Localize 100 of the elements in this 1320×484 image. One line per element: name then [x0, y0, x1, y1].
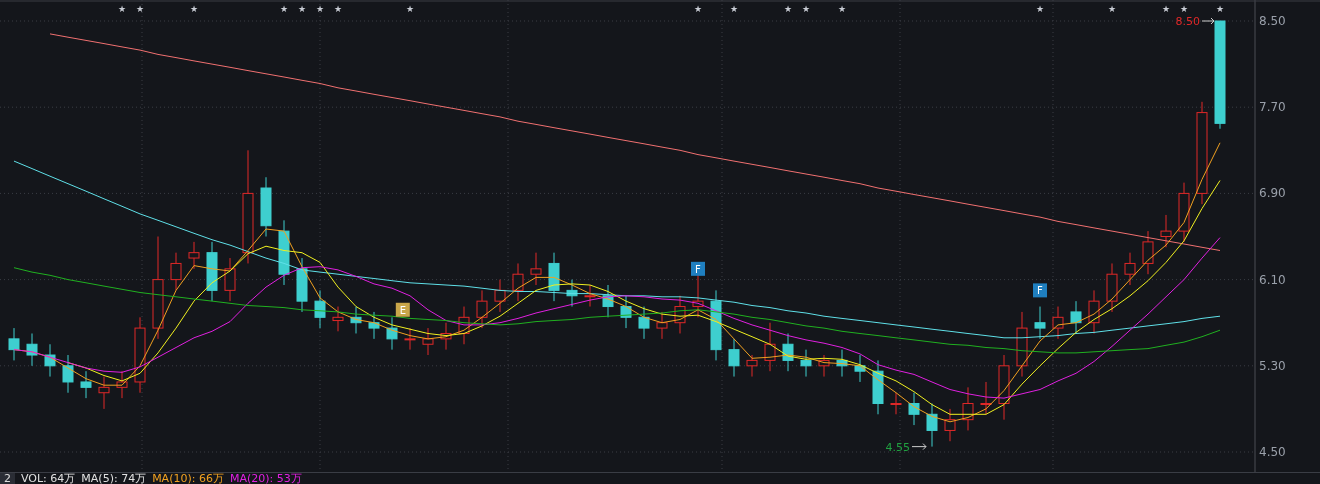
- star-marker: ★: [333, 4, 343, 14]
- candlestick: [206, 241, 218, 302]
- indicator-tab[interactable]: 2: [0, 473, 15, 484]
- star-marker: ★: [1107, 4, 1117, 14]
- star-marker: ★: [315, 4, 325, 14]
- price-axis-label: 5.30: [1259, 358, 1286, 373]
- arrow-icon: [911, 443, 927, 451]
- candlestick: [1178, 182, 1190, 243]
- candlestick: [1088, 289, 1100, 334]
- candlestick: [530, 252, 542, 286]
- star-marker: ★: [1161, 4, 1171, 14]
- candlestick: [926, 403, 938, 448]
- candlestick: [782, 333, 794, 372]
- candlestick: [602, 284, 614, 318]
- candlestick: [98, 376, 110, 410]
- candlestick: [692, 273, 704, 318]
- legend-item: MA(10): 66万: [152, 473, 224, 484]
- event-label: F: [1037, 285, 1043, 297]
- candlestick: [260, 176, 272, 237]
- candlestick: [998, 354, 1010, 421]
- candlestick: [404, 327, 416, 351]
- star-marker: ★: [279, 4, 289, 14]
- price-axis-label: 6.90: [1259, 186, 1286, 201]
- candlestick: [62, 354, 74, 394]
- star-marker: ★: [1179, 4, 1189, 14]
- candlestick: [512, 262, 524, 302]
- candlestick: [422, 327, 434, 356]
- candlestick: [944, 408, 956, 442]
- candlestick: [1106, 262, 1118, 313]
- event-badge[interactable]: [1033, 283, 1047, 298]
- legend-item: VOL: 64万: [21, 473, 76, 484]
- candlestick: [332, 306, 344, 332]
- candlestick: [368, 311, 380, 340]
- star-marker: ★: [693, 4, 703, 14]
- star-marker: ★: [297, 4, 307, 14]
- candlestick: [1034, 306, 1046, 340]
- candlestick: [980, 381, 992, 415]
- candlestick: [872, 359, 884, 415]
- candlestick: [1070, 300, 1082, 334]
- candlestick: [1142, 230, 1154, 275]
- candlestick: [566, 279, 578, 308]
- candlestick: [620, 295, 632, 329]
- price-axis-label: 6.10: [1259, 272, 1286, 287]
- candlestick: [386, 316, 398, 351]
- star-marker: ★: [801, 4, 811, 14]
- star-marker: ★: [117, 4, 127, 14]
- legend-item: MA(5): 74万: [81, 473, 147, 484]
- star-marker: ★: [729, 4, 739, 14]
- price-axis-label: 8.50: [1259, 14, 1286, 28]
- event-label: E: [399, 304, 406, 316]
- candlestick: [908, 392, 920, 426]
- arrow-icon: [1201, 17, 1215, 25]
- candlestick: [818, 354, 830, 378]
- candlestick: [548, 252, 560, 302]
- candlestick: [350, 306, 362, 334]
- candlestick: [188, 241, 200, 270]
- candlestick: [1124, 252, 1136, 286]
- event-label: F: [695, 263, 701, 275]
- star-marker: ★: [135, 4, 145, 14]
- candlestick: [854, 354, 866, 383]
- candlestick: [458, 306, 470, 345]
- candlestick: [8, 327, 20, 361]
- candlestick: [836, 349, 848, 378]
- legend-item: MA(20): 53万: [229, 473, 302, 484]
- candlestick: [962, 386, 974, 431]
- candlestick: [800, 349, 812, 378]
- price-axis-label: 4.50: [1259, 445, 1286, 459]
- candlestick: [710, 289, 722, 361]
- candlestick: [746, 354, 758, 378]
- candlestick: [116, 370, 128, 399]
- candlestick: [764, 322, 776, 372]
- candlestick: [1052, 306, 1064, 340]
- high-price-label: 8.50: [1175, 15, 1200, 28]
- candlestick: [440, 322, 452, 351]
- candlestick: [224, 257, 236, 302]
- candlestick: [314, 289, 326, 329]
- candlestick: [278, 219, 290, 286]
- star-marker: ★: [405, 4, 415, 14]
- low-price-label: 4.55: [885, 440, 910, 454]
- candlestick: [638, 306, 650, 340]
- candlestick: [584, 284, 596, 308]
- star-marker: ★: [1035, 4, 1045, 14]
- star-marker: ★: [1215, 4, 1225, 14]
- star-marker: ★: [783, 4, 793, 14]
- event-badge[interactable]: [395, 302, 410, 317]
- candlestick: [728, 338, 740, 378]
- candlestick: [890, 392, 902, 415]
- candlestick: [674, 295, 686, 334]
- event-badge[interactable]: [691, 261, 705, 276]
- candlestick: [170, 252, 182, 291]
- star-marker: ★: [189, 4, 199, 14]
- candlestick: [296, 257, 308, 313]
- candlestick: [476, 289, 488, 329]
- candlestick: [494, 279, 506, 313]
- candlestick: [26, 333, 38, 367]
- candlestick: [1160, 214, 1172, 248]
- price-axis-label: 7.70: [1259, 100, 1286, 115]
- star-marker: ★: [837, 4, 847, 14]
- candlestick: [44, 343, 56, 378]
- candlestick: [80, 370, 92, 399]
